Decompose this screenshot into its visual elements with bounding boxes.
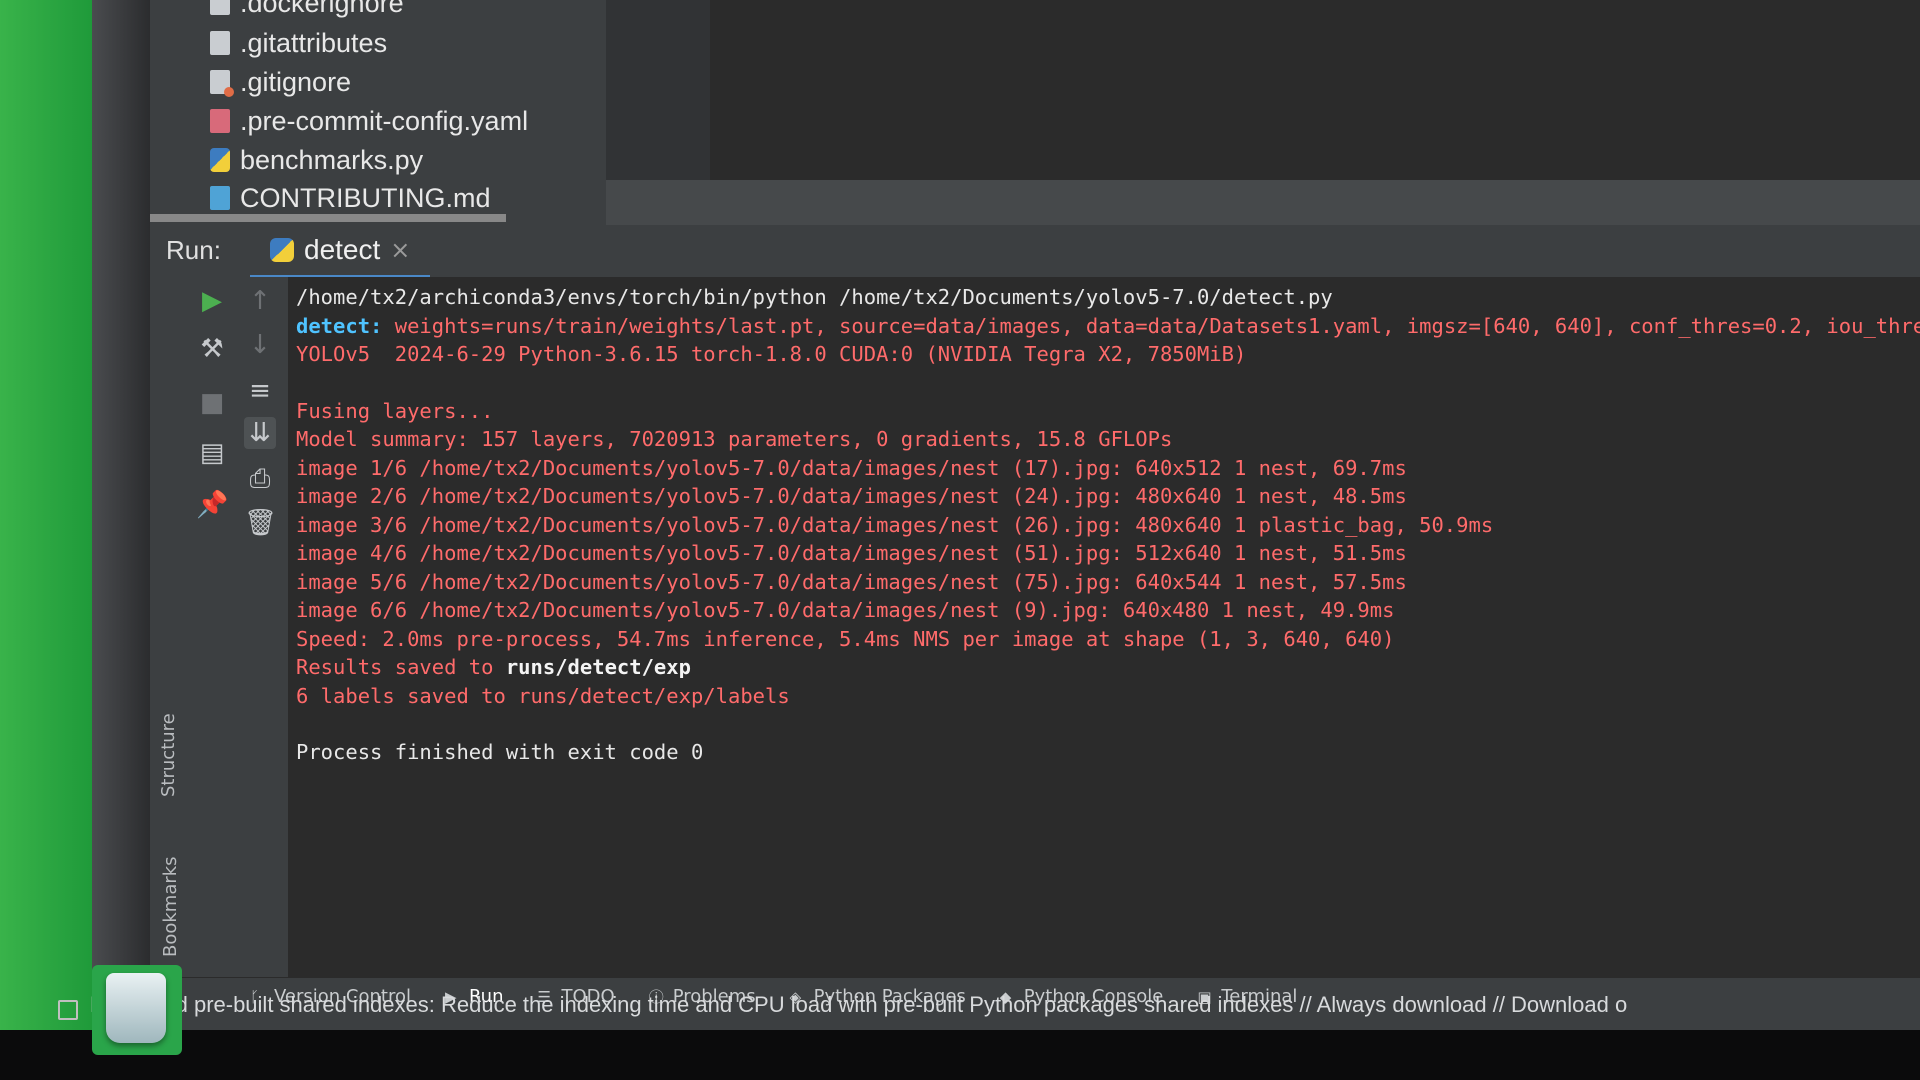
print-icon[interactable]: ⎙ (244, 463, 276, 495)
code-editor[interactable] (710, 0, 1920, 180)
git-ignore-file-icon (210, 70, 234, 97)
tree-item-pre-commit-config[interactable]: .pre-commit-config.yaml (210, 102, 528, 140)
side-tool-strip: Structure Bookmarks (150, 277, 189, 977)
dock-tile[interactable] (92, 965, 182, 1055)
status-checkbox-icon[interactable] (58, 1000, 78, 1020)
tab-label: detect (304, 234, 381, 265)
editor-scroll-area (606, 180, 1920, 225)
console-line: image 1/6 /home/tx2/Documents/yolov5-7.0… (296, 455, 1407, 480)
tree-item-benchmarks[interactable]: benchmarks.py (210, 141, 423, 179)
trash-icon[interactable]: 🗑 (244, 507, 277, 539)
rerun-icon[interactable]: ▶ (196, 285, 228, 317)
tree-item-dockerignore[interactable]: .dockerignore (210, 0, 404, 22)
console-line: Speed: 2.0ms pre-process, 54.7ms inferen… (296, 626, 1395, 651)
status-message[interactable]: Download pre-built shared indexes: Reduc… (90, 992, 1627, 1018)
tree-item-contributing[interactable]: CONTRIBUTING.md (210, 179, 491, 217)
console-line: image 5/6 /home/tx2/Documents/yolov5-7.0… (296, 569, 1407, 594)
file-icon (210, 0, 230, 15)
structure-tab[interactable]: Structure (158, 713, 179, 797)
detect-prefix: detect: (296, 313, 383, 338)
monitor-bezel (92, 0, 150, 1080)
detect-args: weights=runs/train/weights/last.pt, sour… (382, 313, 1920, 338)
stop-icon[interactable]: ■ (196, 387, 228, 419)
console-output[interactable]: /home/tx2/archiconda3/envs/torch/bin/pyt… (288, 277, 1920, 977)
run-window-header: Run: detect × (150, 225, 1920, 279)
console-line: /home/tx2/archiconda3/envs/torch/bin/pyt… (296, 285, 1333, 309)
python-file-icon (210, 148, 230, 172)
pin-icon[interactable]: 📌 (196, 489, 228, 521)
tree-item-label: .pre-commit-config.yaml (240, 105, 529, 136)
close-icon[interactable]: × (390, 236, 410, 264)
file-icon (210, 31, 230, 55)
soft-wrap-icon[interactable]: ≡ (244, 375, 276, 407)
console-line: detect: weights=runs/train/weights/last.… (296, 312, 1920, 341)
console-line: Results saved to runs/detect/exp (296, 653, 1920, 682)
wrench-icon[interactable]: ⚒ (196, 333, 228, 365)
layout-icon[interactable]: ▤ (196, 437, 228, 469)
ide-window: .dockerignore .gitattributes .gitignore … (150, 0, 1920, 1030)
tab-detect[interactable]: detect × (250, 225, 431, 279)
console-line: image 4/6 /home/tx2/Documents/yolov5-7.0… (296, 541, 1407, 565)
horizontal-scrollbar[interactable] (150, 214, 506, 222)
yaml-file-icon (210, 109, 230, 133)
console-line: YOLOv5 2024-6-29 Python-3.6.15 torch-1.8… (296, 342, 1247, 366)
scroll-to-end-icon[interactable]: ⇊ (244, 417, 276, 449)
console-toolbar: ↑ ↓ ≡ ⇊ ⎙ 🗑 (236, 277, 289, 977)
console-exit-line: Process finished with exit code 0 (296, 740, 704, 764)
markdown-file-icon (210, 186, 230, 210)
monitor-bezel-bottom (0, 1030, 1920, 1080)
results-prefix: Results saved to (296, 655, 506, 679)
console-line: image 3/6 /home/tx2/Documents/yolov5-7.0… (296, 512, 1494, 537)
tree-item-label: .gitattributes (240, 27, 388, 58)
run-label: Run: (166, 235, 221, 265)
tree-item-label: benchmarks.py (240, 144, 424, 175)
run-toolbar: ▶ ⚒ ■ ▤ 📌 (188, 277, 236, 977)
console-line: image 6/6 /home/tx2/Documents/yolov5-7.0… (296, 598, 1395, 622)
tree-item-label: .dockerignore (240, 0, 404, 18)
desktop-background (0, 0, 92, 1080)
bookmarks-tab[interactable]: Bookmarks (160, 856, 181, 957)
console-line: Fusing layers... (296, 398, 494, 423)
tree-item-label: .gitignore (240, 66, 352, 97)
tree-item-label: CONTRIBUTING.md (240, 182, 491, 213)
tree-item-gitattributes[interactable]: .gitattributes (210, 24, 387, 62)
arrow-up-icon[interactable]: ↑ (244, 285, 276, 317)
tree-item-gitignore[interactable]: .gitignore (210, 63, 351, 101)
trash-bin-icon[interactable] (106, 973, 166, 1043)
console-line: image 2/6 /home/tx2/Documents/yolov5-7.0… (296, 484, 1407, 508)
project-tree: .dockerignore .gitattributes .gitignore … (150, 0, 606, 225)
results-path: runs/detect/exp (505, 655, 691, 679)
console-line: Model summary: 157 layers, 7020913 param… (296, 427, 1173, 451)
python-icon (270, 238, 294, 262)
arrow-down-icon[interactable]: ↓ (244, 329, 276, 361)
console-line: 6 labels saved to runs/detect/exp/labels (296, 683, 790, 708)
